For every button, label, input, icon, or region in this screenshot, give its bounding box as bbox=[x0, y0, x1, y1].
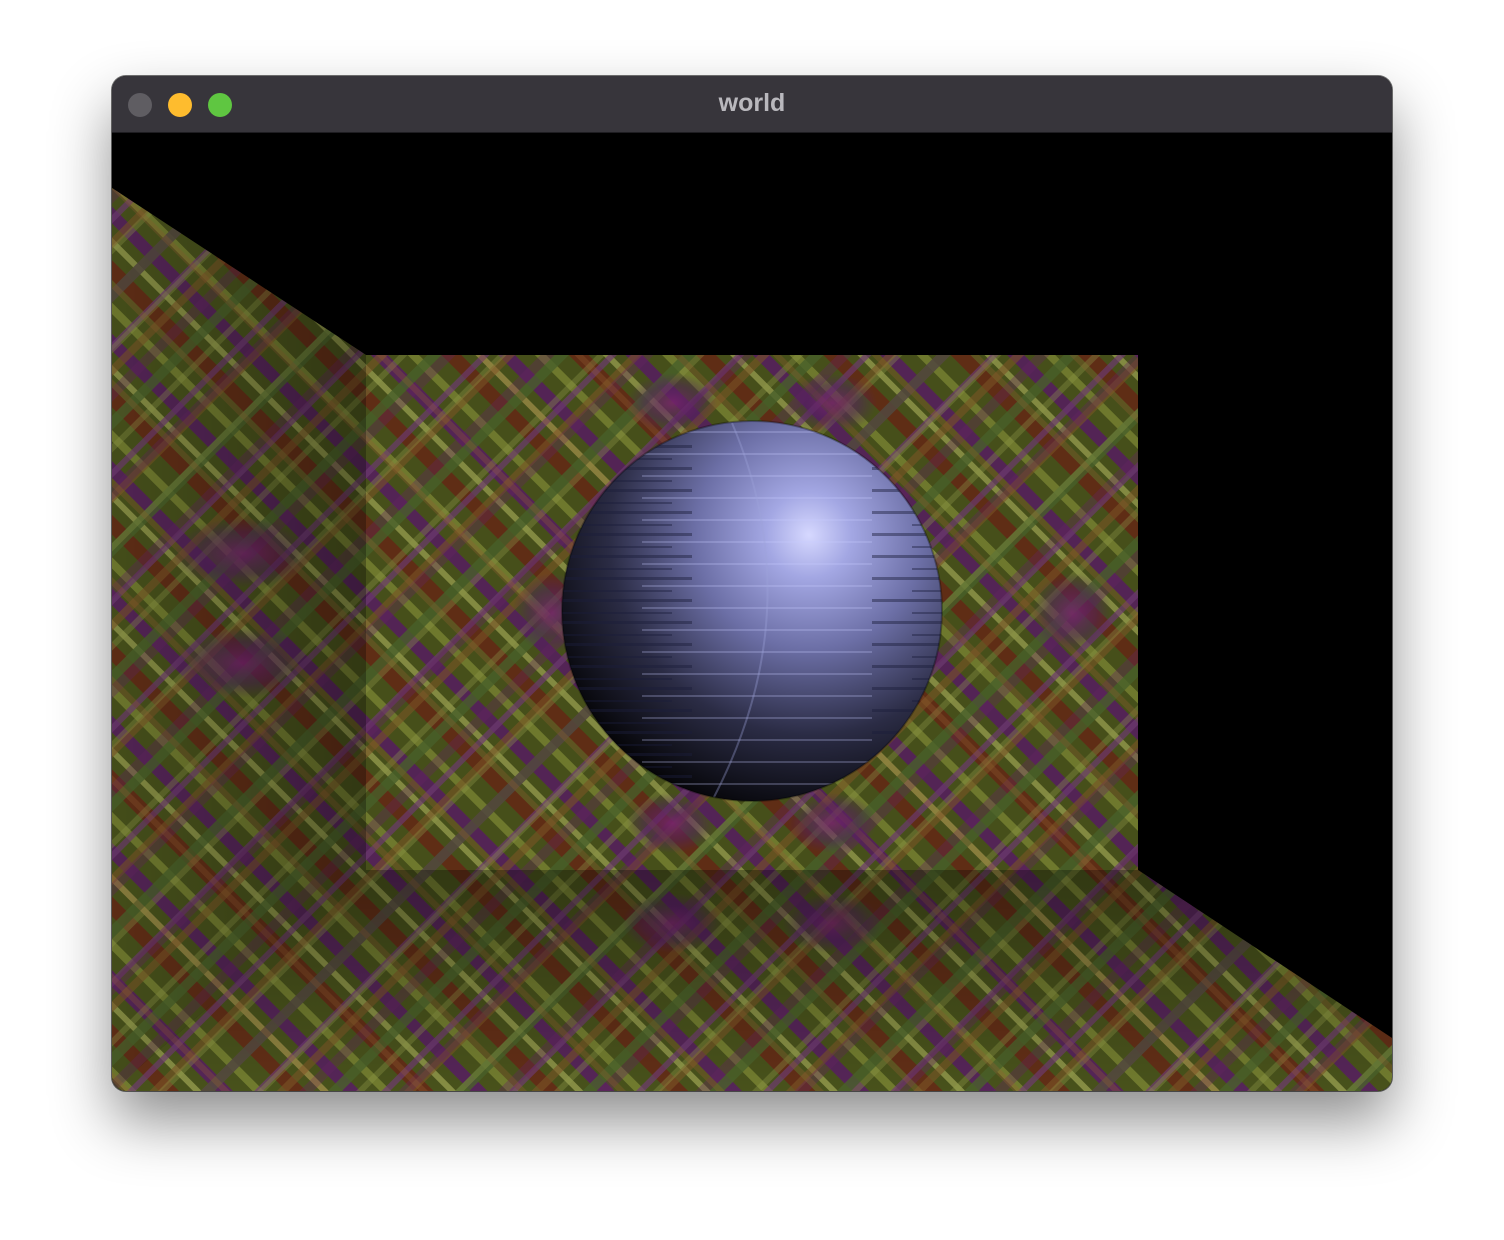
app-window: world bbox=[112, 76, 1392, 1091]
scene-canvas bbox=[112, 188, 1392, 1091]
render-viewport[interactable] bbox=[112, 133, 1392, 1091]
title-bar[interactable]: world bbox=[112, 76, 1392, 133]
sphere bbox=[561, 420, 943, 802]
window-title: world bbox=[718, 89, 786, 117]
